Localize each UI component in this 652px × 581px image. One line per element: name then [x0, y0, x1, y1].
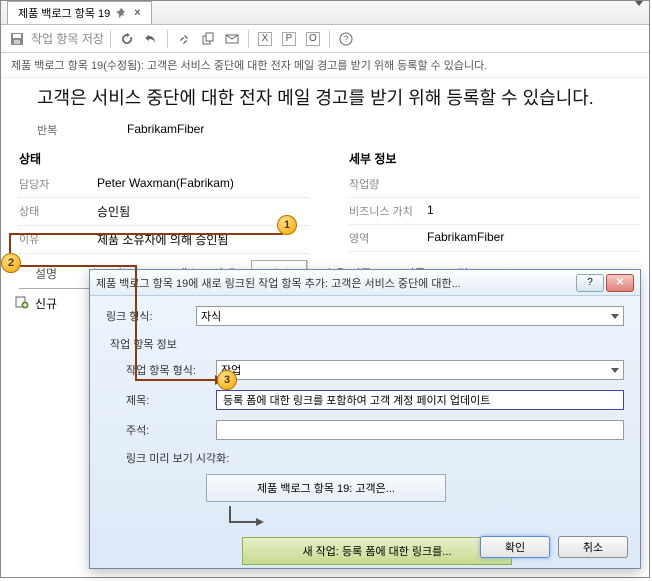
o-box-icon[interactable]: O — [303, 29, 323, 49]
save-icon[interactable] — [7, 29, 27, 49]
x-box-icon[interactable]: X — [255, 29, 275, 49]
wit-dropdown[interactable]: 작업 — [216, 360, 624, 380]
toolbar: 작업 항목 저장 X P O ? — [1, 25, 649, 53]
iteration-value[interactable]: FabrikamFiber — [127, 122, 204, 138]
iteration-label: 반복 — [37, 122, 127, 138]
document-tab[interactable]: 제품 백로그 항목 19 × — [7, 1, 152, 24]
tabstrip: 제품 백로그 항목 19 × — [1, 1, 649, 25]
chevron-down-icon — [611, 314, 619, 319]
cancel-button[interactable]: 취소 — [558, 536, 628, 558]
assigned-value[interactable]: Peter Waxman(Fabrikam) — [97, 176, 234, 192]
svg-text:?: ? — [343, 34, 348, 44]
bizval-value[interactable]: 1 — [427, 203, 434, 219]
chevron-down-icon — [611, 368, 619, 373]
new-item-icon — [15, 295, 29, 312]
undo-icon[interactable] — [141, 29, 161, 49]
close-icon[interactable]: × — [134, 7, 140, 19]
dialog-help-button[interactable]: ? — [576, 274, 604, 292]
state-value[interactable]: 승인됨 — [97, 203, 130, 220]
state-label: 상태 — [19, 203, 97, 220]
preview-label: 링크 미리 보기 시각화: — [126, 450, 624, 466]
save-label: 작업 항목 저장 — [31, 30, 104, 47]
bizval-label: 비즈니스 가치 — [349, 203, 427, 219]
callout-1: 1 — [277, 215, 297, 235]
dialog-close-button[interactable]: ✕ — [606, 274, 634, 292]
area-value[interactable]: FabrikamFiber — [427, 230, 504, 246]
area-label: 영역 — [349, 230, 427, 246]
link-type-value: 자식 — [201, 308, 221, 324]
breadcrumb: 제품 백로그 항목 19(수정됨): 고객은 서비스 중단에 대한 전자 메일 … — [1, 53, 649, 78]
new-item-label: 신규 — [35, 295, 57, 312]
preview-parent: 제품 백로그 항목 19: 고객은... — [206, 474, 446, 502]
pin-icon[interactable] — [116, 7, 128, 19]
callout-3: 3 — [217, 370, 237, 390]
new-item-button[interactable]: 신규 — [15, 295, 57, 312]
state-heading: 상태 — [19, 144, 309, 171]
title-input[interactable] — [216, 390, 624, 410]
link-type-label: 링크 형식: — [106, 308, 196, 324]
link-type-dropdown[interactable]: 자식 — [196, 306, 624, 326]
wit-label: 작업 항목 형식: — [126, 362, 216, 378]
refresh-icon[interactable] — [117, 29, 137, 49]
work-item-section-label: 작업 항목 정보 — [110, 336, 624, 352]
comment-label: 주석: — [126, 422, 216, 438]
comment-input[interactable] — [216, 420, 624, 440]
add-link-dialog: 제품 백로그 항목 19에 새로 링크된 작업 항목 추가: 고객은 서비스 중… — [89, 269, 641, 569]
page-title[interactable]: 고객은 서비스 중단에 대한 전자 메일 경고를 받기 위해 등록할 수 있습니… — [1, 78, 649, 120]
tabstrip-dropdown[interactable] — [629, 6, 649, 20]
p-box-icon[interactable]: P — [279, 29, 299, 49]
help-icon[interactable]: ? — [336, 29, 356, 49]
callout-2: 2 — [1, 253, 21, 273]
details-heading: 세부 정보 — [349, 144, 639, 171]
copy-icon[interactable] — [198, 29, 218, 49]
effort-label: 작업량 — [349, 176, 427, 192]
link-icon[interactable] — [174, 29, 194, 49]
preview-child: 새 작업: 등록 폼에 대한 링크를... — [242, 537, 512, 565]
assigned-label: 담당자 — [19, 176, 97, 192]
title-label: 제목: — [126, 392, 216, 408]
preview-arrow-icon — [226, 506, 584, 533]
mail-icon[interactable] — [222, 29, 242, 49]
ok-button[interactable]: 확인 — [480, 536, 550, 558]
dialog-title: 제품 백로그 항목 19에 새로 링크된 작업 항목 추가: 고객은 서비스 중… — [96, 275, 574, 291]
tab-title: 제품 백로그 항목 19 — [18, 5, 110, 21]
